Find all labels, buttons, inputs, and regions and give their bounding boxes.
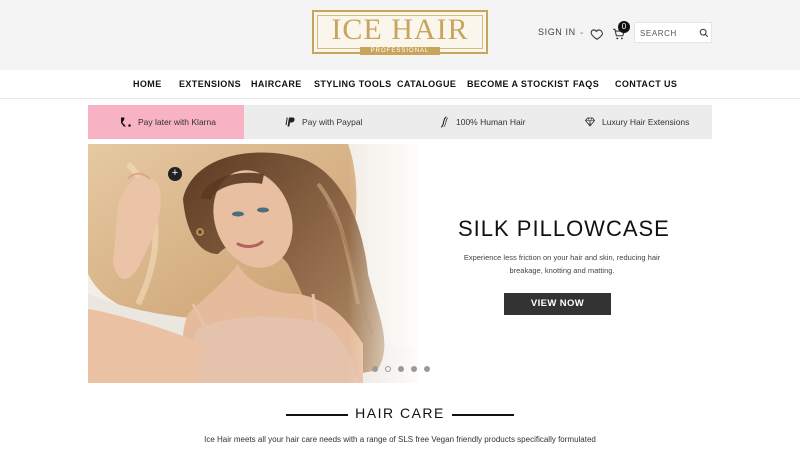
nav-item-styling-tools[interactable]: STYLING TOOLS — [314, 79, 392, 89]
slider-dot[interactable] — [411, 366, 417, 372]
diamond-icon — [585, 117, 595, 127]
slider-dot[interactable] — [398, 366, 404, 372]
hero-banner: + SILK PILLOWCASE Experience less fricti… — [88, 144, 712, 383]
nav-item-catalogue[interactable]: CATALOGUE — [397, 79, 456, 89]
wishlist-heart-icon[interactable] — [590, 27, 604, 41]
cart-count-badge: 0 — [618, 21, 630, 33]
search-icon[interactable] — [699, 28, 709, 38]
chevron-down-icon: ⌄ — [578, 29, 586, 36]
hotspot-plus-button[interactable]: + — [168, 167, 182, 181]
sign-in-label: SIGN IN — [538, 27, 576, 37]
feature-klarna[interactable]: Pay later with Klarna — [88, 105, 244, 139]
hair-strand-icon — [440, 116, 448, 128]
feature-human-hair[interactable]: 100% Human Hair — [438, 105, 525, 139]
klarna-icon — [121, 117, 131, 127]
features-bar: Pay later with Klarna Pay with Paypal 10… — [88, 105, 712, 139]
slider-dot[interactable] — [424, 366, 430, 372]
feature-paypal[interactable]: Pay with Paypal — [284, 105, 362, 139]
section-title-rule-right — [452, 414, 514, 416]
nav-item-faqs[interactable]: FAQS — [573, 79, 599, 89]
brand-logo[interactable]: ICE HAIR PROFESSIONAL — [312, 10, 488, 55]
nav-item-extensions[interactable]: EXTENSIONS — [179, 79, 241, 89]
nav-item-haircare[interactable]: HAIRCARE — [251, 79, 302, 89]
slider-dot[interactable] — [372, 366, 378, 372]
search-box — [634, 22, 712, 43]
search-input[interactable] — [640, 26, 696, 40]
feature-human-hair-label: 100% Human Hair — [456, 117, 526, 127]
paypal-icon — [285, 117, 295, 127]
logo-text: ICE HAIR — [331, 13, 469, 46]
site-header: ICE HAIR PROFESSIONAL SIGN IN ⌄ 0 — [0, 0, 800, 70]
feature-luxury-extensions[interactable]: Luxury Hair Extensions — [584, 105, 689, 139]
section-title: HAIR CARE — [355, 405, 445, 421]
feature-paypal-label: Pay with Paypal — [302, 117, 363, 127]
feature-luxury-extensions-label: Luxury Hair Extensions — [602, 117, 690, 127]
nav-item-home[interactable]: HOME — [133, 79, 162, 89]
logo-subtext: PROFESSIONAL — [360, 47, 440, 55]
nav-item-contact-us[interactable]: CONTACT US — [615, 79, 677, 89]
view-now-button[interactable]: VIEW NOW — [504, 293, 611, 315]
hero-description: Experience less friction on your hair an… — [463, 253, 661, 275]
feature-klarna-label: Pay later with Klarna — [138, 117, 216, 127]
slider-dot-active[interactable] — [385, 366, 391, 372]
sign-in-link[interactable]: SIGN IN ⌄ — [538, 27, 585, 37]
hero-title: SILK PILLOWCASE — [458, 216, 670, 241]
main-nav: HOME EXTENSIONS HAIRCARE STYLING TOOLS C… — [0, 70, 800, 99]
nav-item-become-a-stockist[interactable]: BECOME A STOCKIST — [467, 79, 569, 89]
section-description: Ice Hair meets all your hair care needs … — [204, 435, 596, 444]
slider-pagination — [372, 366, 430, 372]
